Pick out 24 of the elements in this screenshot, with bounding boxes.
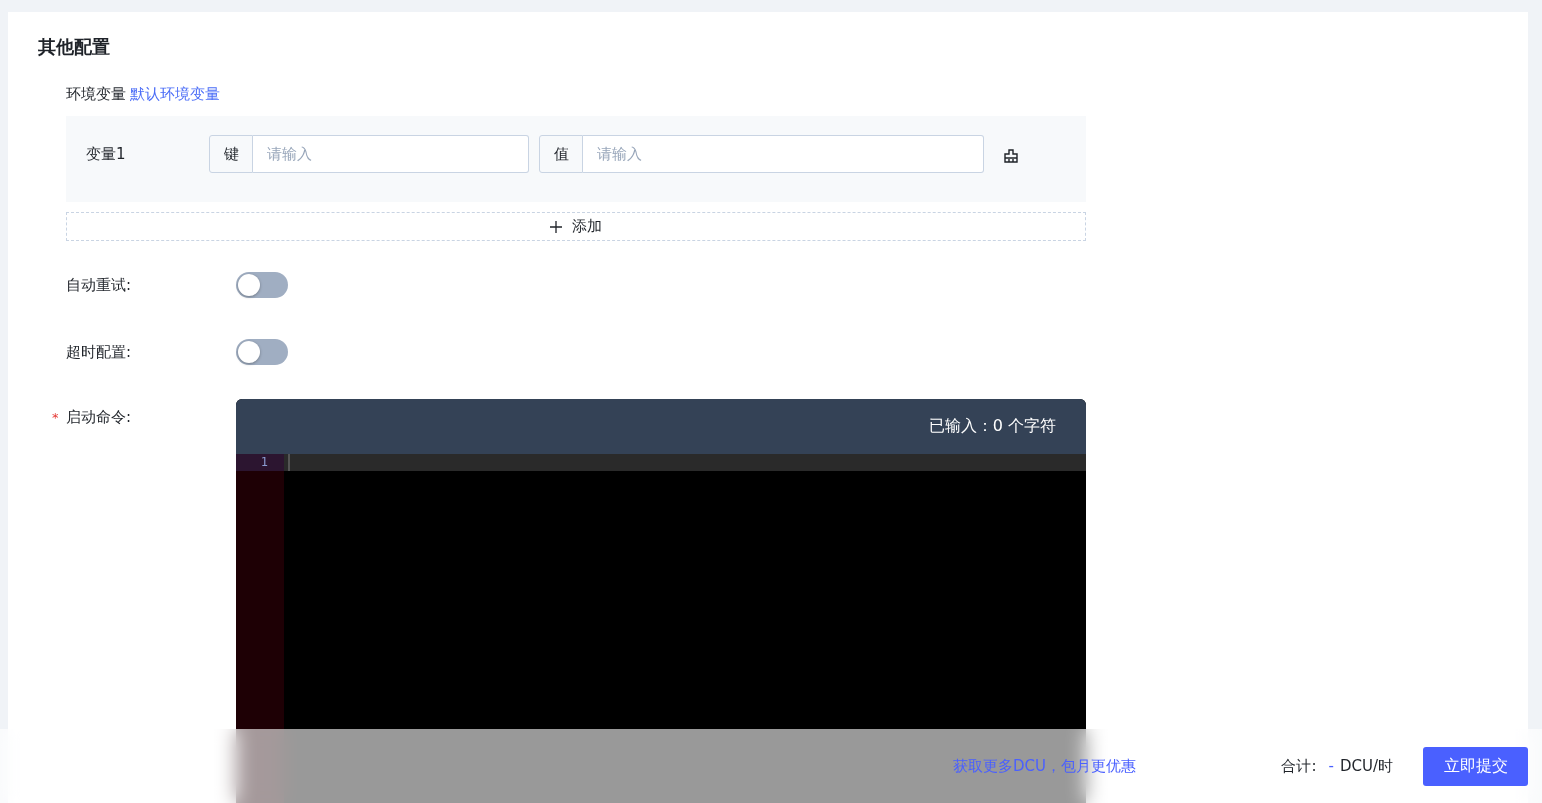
total-label: 合计: [1281, 756, 1317, 776]
variable-label: 变量1 [86, 144, 127, 164]
line-number: 1 [236, 454, 284, 471]
form-label: 启动命令: [66, 408, 132, 427]
total-unit: DCU/时 [1339, 756, 1393, 776]
env-label: 环境变量 [66, 85, 126, 103]
key-field[interactable]: 请输入 [253, 135, 529, 173]
plus-icon [550, 220, 562, 233]
toggle-switch[interactable] [236, 339, 288, 365]
brush-icon[interactable] [1004, 149, 1018, 163]
section-title: 其他配置 [38, 35, 111, 59]
submit-button[interactable]: 立即提交 [1423, 746, 1528, 786]
form-label: 自动重试: [66, 275, 132, 295]
input-addon: 键 [209, 135, 253, 173]
required-mark: * [52, 410, 60, 425]
add-button[interactable]: 添加 [66, 212, 1086, 241]
form-label: 超时配置: [66, 342, 132, 362]
total-value: - [1328, 756, 1334, 776]
input-addon: 值 [539, 135, 583, 173]
char-counter: 已输入：0 个字符 [928, 416, 1056, 437]
value-field[interactable]: 请输入 [583, 135, 984, 173]
text-cursor [288, 454, 290, 471]
default-env-link[interactable]: 默认环境变量 [130, 85, 220, 103]
toggle-switch[interactable] [236, 272, 288, 298]
